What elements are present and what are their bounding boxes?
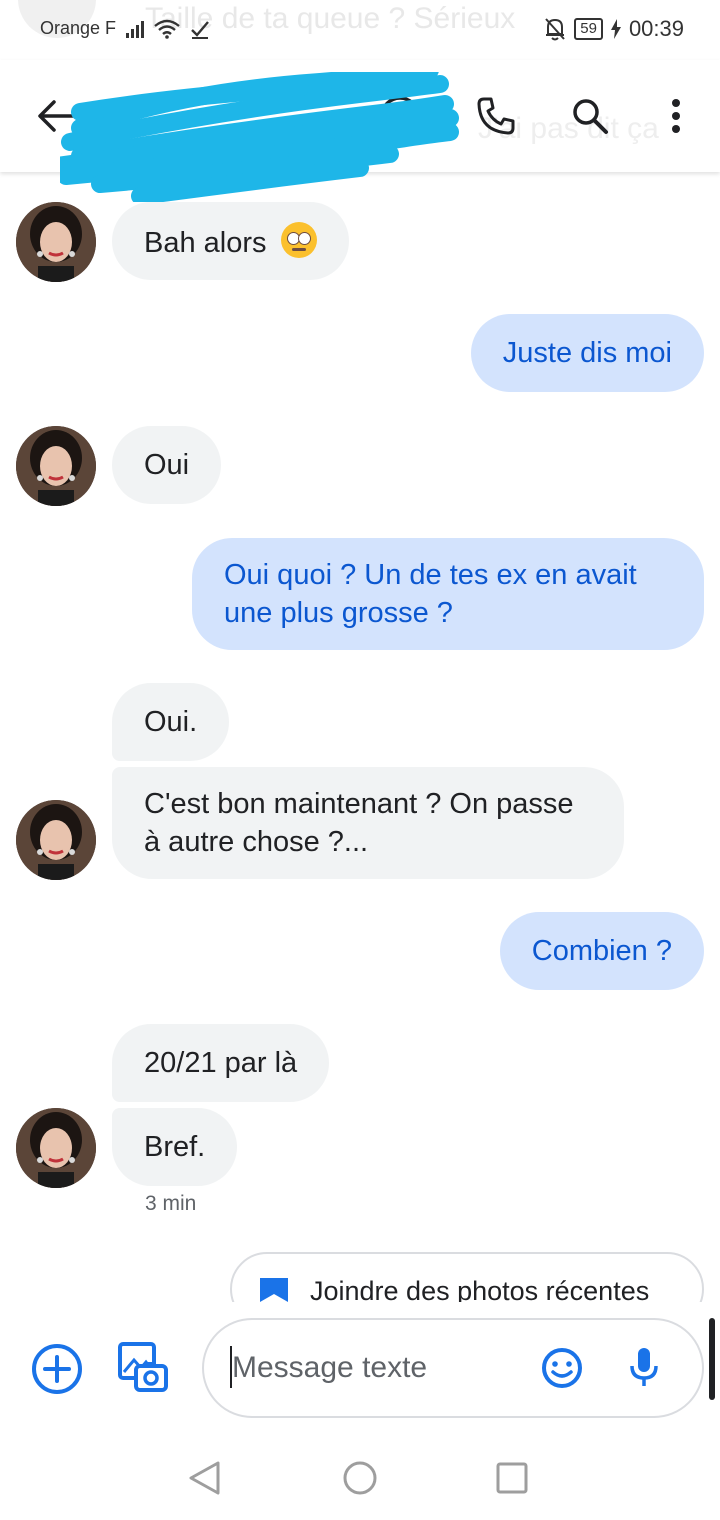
avatar-photo bbox=[16, 202, 96, 282]
message-text: 20/21 par là bbox=[144, 1047, 298, 1079]
message-text: Combien ? bbox=[531, 935, 672, 967]
message-bubble-incoming[interactable]: Bah alors bbox=[112, 202, 349, 280]
message-bubble-outgoing[interactable]: Juste dis moi bbox=[470, 314, 704, 392]
message-bubble-incoming[interactable]: Oui bbox=[112, 426, 222, 504]
avatar-photo bbox=[16, 1108, 96, 1188]
message-bubble-incoming[interactable]: Bref. bbox=[112, 1108, 238, 1186]
wifi-icon bbox=[154, 19, 180, 39]
message-bubble-incoming[interactable]: C'est bon maintenant ? On passe à autre … bbox=[112, 767, 624, 879]
contact-avatar[interactable] bbox=[16, 202, 96, 282]
nav-home-icon bbox=[343, 1461, 377, 1495]
message-text: C'est bon maintenant ? On passe à autre … bbox=[144, 788, 574, 858]
photo-album-icon bbox=[260, 1278, 288, 1302]
contact-avatar[interactable] bbox=[16, 1108, 96, 1188]
carrier-name: Orange F bbox=[40, 18, 117, 38]
gallery-camera-button[interactable] bbox=[114, 1340, 170, 1401]
search-button[interactable] bbox=[562, 88, 618, 144]
message-text: Oui bbox=[144, 449, 190, 481]
scrollbar-thumb[interactable] bbox=[709, 1318, 715, 1400]
redaction-scribble bbox=[60, 72, 459, 202]
microphone-icon bbox=[630, 1348, 658, 1386]
voice-input-button[interactable] bbox=[624, 1346, 664, 1395]
message-text: Oui quoi ? Un de tes ex en avait une plu… bbox=[224, 559, 637, 629]
status-left: Orange F bbox=[40, 18, 210, 39]
check-icon bbox=[191, 20, 209, 39]
text-cursor bbox=[230, 1346, 232, 1388]
avatar-photo bbox=[16, 800, 96, 880]
search-icon bbox=[573, 99, 608, 134]
gallery-camera-icon bbox=[118, 1342, 168, 1392]
nav-home-button[interactable] bbox=[342, 1460, 378, 1501]
emoji-smile-icon bbox=[542, 1348, 582, 1388]
rolling-eyes-emoji-icon bbox=[280, 222, 317, 258]
clock: 00:39 bbox=[628, 16, 684, 41]
app-bar: J'ai pas dit ça bbox=[0, 60, 720, 202]
system-navigation-bar bbox=[0, 1430, 720, 1520]
contact-avatar[interactable] bbox=[16, 800, 96, 880]
charging-icon bbox=[610, 19, 621, 39]
phone-call-button[interactable] bbox=[468, 88, 524, 144]
signal-icon bbox=[126, 20, 145, 38]
message-text: Bah alors bbox=[144, 227, 267, 259]
message-bubble-incoming[interactable]: 20/21 par là bbox=[112, 1024, 330, 1102]
message-timestamp: 3 min bbox=[145, 1192, 197, 1215]
battery-indicator: 59 bbox=[574, 18, 603, 40]
message-text: Juste dis moi bbox=[502, 337, 672, 369]
avatar-photo bbox=[16, 426, 96, 506]
nav-recents-button[interactable] bbox=[496, 1462, 528, 1499]
status-bar: Taille de ta queue ? Sérieux Orange F 59… bbox=[0, 0, 720, 60]
message-bubble-outgoing[interactable]: Oui quoi ? Un de tes ex en avait une plu… bbox=[192, 538, 704, 650]
more-options-button[interactable] bbox=[648, 88, 704, 144]
message-text: Bref. bbox=[144, 1131, 206, 1163]
message-input[interactable] bbox=[232, 1348, 522, 1388]
nav-back-button[interactable] bbox=[188, 1460, 222, 1501]
phone-icon bbox=[477, 97, 515, 135]
message-bubble-incoming[interactable]: Oui. bbox=[112, 683, 230, 761]
nav-recents-icon bbox=[496, 1462, 528, 1494]
add-attachment-button[interactable] bbox=[30, 1342, 84, 1401]
nav-back-icon bbox=[189, 1461, 220, 1495]
contact-avatar[interactable] bbox=[16, 426, 96, 506]
chip-label: Joindre des photos récentes bbox=[310, 1276, 650, 1302]
message-text: Oui. bbox=[144, 706, 198, 738]
more-vert-icon bbox=[672, 99, 680, 133]
mute-bell-icon bbox=[545, 18, 565, 41]
emoji-button[interactable] bbox=[540, 1346, 584, 1395]
status-right: 59 00:39 bbox=[544, 16, 684, 42]
add-circle-icon bbox=[32, 1344, 82, 1394]
message-bubble-outgoing[interactable]: Combien ? bbox=[499, 912, 704, 990]
